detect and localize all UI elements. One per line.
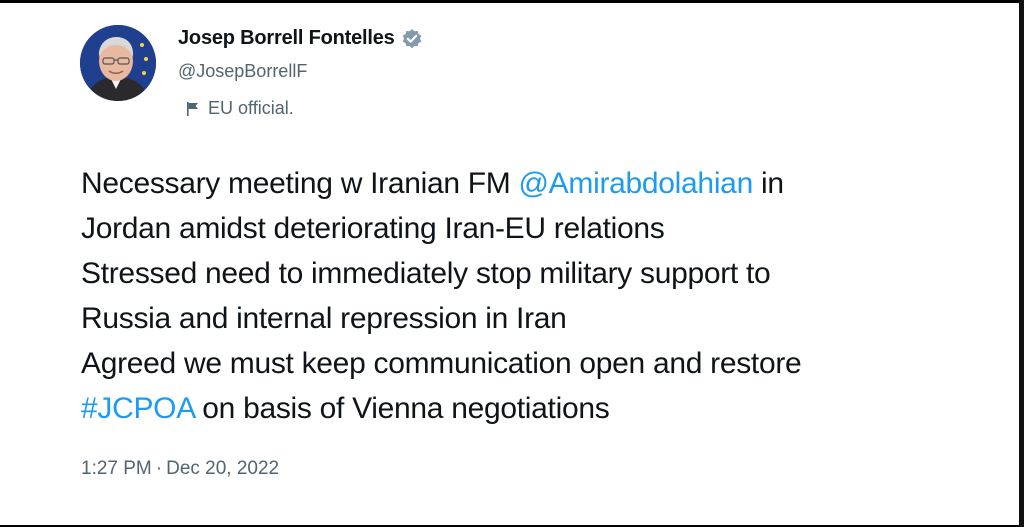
tweet-line-5: Agreed we must keep communication open a… bbox=[81, 347, 802, 380]
timestamp-separator: · bbox=[155, 458, 163, 479]
tweet-timestamp: 1:27 PM · Dec 20, 2022 bbox=[81, 458, 279, 480]
flag-icon bbox=[186, 101, 200, 117]
tweet-time[interactable]: 1:27 PM bbox=[81, 458, 152, 479]
avatar[interactable] bbox=[80, 25, 156, 101]
author-name-row: Josep Borrell Fontelles bbox=[178, 27, 423, 50]
tweet-line-6: #JCPOA on basis of Vienna negotiations bbox=[81, 386, 1011, 431]
author-handle[interactable]: @JosepBorrellF bbox=[178, 61, 307, 82]
tweet-line-1: Necessary meeting w Iranian FM @Amirabdo… bbox=[81, 161, 1011, 206]
tweet-card: Josep Borrell Fontelles @JosepBorrellF E… bbox=[0, 3, 1019, 525]
tweet-line-4: Russia and internal repression in Iran bbox=[81, 302, 567, 335]
verified-badge-icon bbox=[401, 28, 423, 50]
tweet-line-6-text: on basis of Vienna negotiations bbox=[194, 392, 610, 425]
mention-link[interactable]: @Amirabdolahian bbox=[519, 167, 754, 200]
screen-edge bbox=[1019, 0, 1024, 527]
tweet-line-3: Stressed need to immediately stop milita… bbox=[81, 257, 771, 290]
avatar-portrait bbox=[80, 25, 156, 101]
tweet-line-1-tail: in bbox=[752, 167, 784, 200]
tweet-line-2: Jordan amidst deteriorating Iran-EU rela… bbox=[81, 212, 665, 245]
affiliation-label: EU official. bbox=[186, 98, 294, 119]
tweet-line-1-text: Necessary meeting w Iranian FM bbox=[81, 167, 519, 200]
tweet-date[interactable]: Dec 20, 2022 bbox=[166, 458, 279, 479]
author-display-name[interactable]: Josep Borrell Fontelles bbox=[178, 27, 395, 50]
affiliation-label-text: EU official. bbox=[208, 98, 294, 118]
tweet-text: Necessary meeting w Iranian FM @Amirabdo… bbox=[81, 161, 1011, 431]
hashtag-link[interactable]: #JCPOA bbox=[81, 392, 195, 425]
